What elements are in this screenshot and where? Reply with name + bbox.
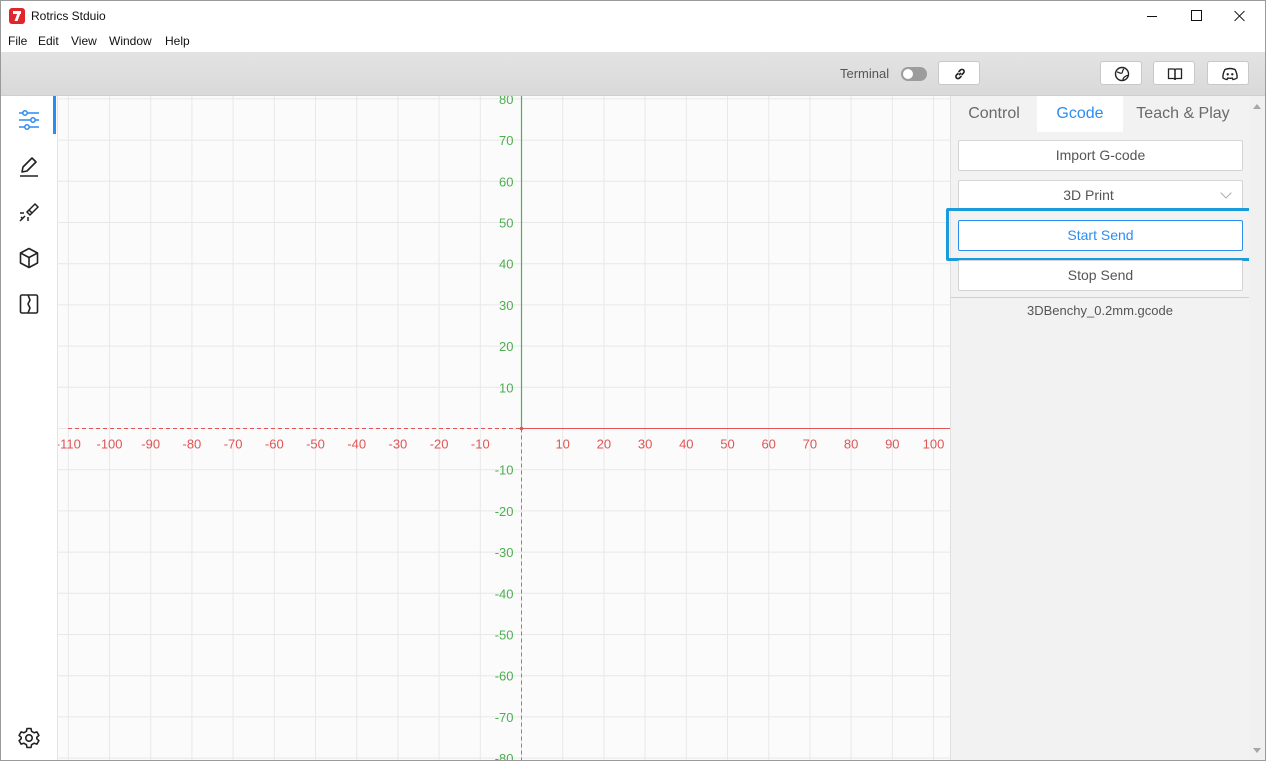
menu-window[interactable]: Window — [109, 34, 152, 48]
globe-icon — [1114, 66, 1130, 82]
x-tick-label: 10 — [555, 437, 569, 452]
app-window: Rotrics Stduio File Edit View Window Hel… — [0, 0, 1266, 761]
mode-select-value: 3D Print — [1063, 187, 1114, 203]
title-bar: Rotrics Stduio — [1, 1, 1265, 31]
tab-control[interactable]: Control — [951, 96, 1037, 132]
y-tick-label: -60 — [495, 669, 514, 684]
panel-tabs: Control Gcode Teach & Play — [951, 96, 1249, 132]
x-tick-label: -30 — [389, 437, 408, 452]
x-tick-label: -40 — [347, 437, 366, 452]
sidebar-item-draw[interactable] — [1, 144, 57, 188]
start-send-button[interactable]: Start Send — [958, 220, 1243, 251]
terminal-toggle[interactable] — [901, 67, 927, 81]
menu-view[interactable]: View — [71, 34, 97, 48]
import-gcode-button[interactable]: Import G-code — [958, 140, 1243, 171]
cube-icon — [19, 247, 39, 269]
x-tick-label: 90 — [885, 437, 899, 452]
gcode-file-name: 3DBenchy_0.2mm.gcode — [1027, 303, 1173, 318]
panel-scrollbar[interactable] — [1249, 96, 1265, 760]
workspace-canvas[interactable]: -110 -100 -90 -80 -70 -60 -50 -40 -30 -20 -10 10 20 3… — [58, 96, 950, 760]
chevron-down-icon — [1220, 187, 1232, 199]
x-tick-label: -80 — [183, 437, 202, 452]
y-tick-label: -50 — [495, 628, 514, 643]
x-tick-label: 70 — [803, 437, 817, 452]
laser-icon — [19, 202, 40, 222]
y-tick-label: -40 — [495, 586, 514, 601]
toolbar: Terminal — [1, 52, 1265, 96]
menu-edit[interactable]: Edit — [38, 34, 59, 48]
y-tick-label: 80 — [499, 96, 513, 107]
y-tick-label: 30 — [499, 298, 513, 313]
book-icon — [1167, 68, 1183, 81]
sidebar-item-laser[interactable] — [1, 190, 57, 234]
y-tick-label: 70 — [499, 133, 513, 148]
tab-teach-play[interactable]: Teach & Play — [1123, 96, 1243, 132]
x-tick-label: -90 — [141, 437, 160, 452]
x-tick-label: -100 — [96, 437, 122, 452]
x-tick-label: 30 — [638, 437, 652, 452]
y-tick-label: 10 — [499, 380, 513, 395]
x-tick-label: -60 — [265, 437, 284, 452]
close-button[interactable] — [1217, 1, 1263, 31]
left-sidebar — [1, 96, 58, 760]
x-tick-label: 20 — [597, 437, 611, 452]
sidebar-item-teach[interactable] — [1, 282, 57, 326]
y-tick-label: 20 — [499, 339, 513, 354]
x-tick-label: -70 — [224, 437, 243, 452]
x-tick-label: 60 — [761, 437, 775, 452]
scroll-up-arrow-icon[interactable] — [1253, 104, 1261, 109]
x-tick-label: 100 — [923, 437, 945, 452]
mode-select[interactable]: 3D Print — [958, 180, 1243, 211]
discord-button[interactable] — [1207, 61, 1249, 85]
origin-point — [519, 426, 524, 431]
toggle-knob — [903, 69, 913, 79]
window-title: Rotrics Stduio — [31, 9, 106, 23]
website-button[interactable] — [1100, 61, 1142, 85]
maximize-button[interactable] — [1173, 1, 1219, 31]
x-tick-label: -10 — [471, 437, 490, 452]
x-tick-label: -50 — [306, 437, 325, 452]
right-panel: Control Gcode Teach & Play Import G-code… — [946, 96, 1257, 760]
y-tick-label: -10 — [495, 463, 514, 478]
y-tick-label: -30 — [495, 545, 514, 560]
y-tick-label: -20 — [495, 504, 514, 519]
active-indicator — [53, 96, 56, 134]
x-tick-label: 40 — [679, 437, 693, 452]
y-tick-label: 50 — [499, 216, 513, 231]
x-tick-label: 50 — [720, 437, 734, 452]
menu-file[interactable]: File — [8, 34, 27, 48]
sidebar-item-basics[interactable] — [1, 96, 57, 142]
y-tick-label: 40 — [499, 257, 513, 272]
y-tick-label: 60 — [499, 174, 513, 189]
stop-send-button[interactable]: Stop Send — [958, 260, 1243, 291]
sidebar-item-3d-print[interactable] — [1, 236, 57, 280]
pen-icon — [20, 157, 38, 177]
y-tick-label: -70 — [495, 710, 514, 725]
terminal-label: Terminal — [840, 66, 890, 81]
module-icon — [19, 294, 39, 314]
tab-gcode[interactable]: Gcode — [1037, 96, 1123, 132]
divider — [951, 297, 1249, 298]
sidebar-item-settings[interactable] — [1, 716, 57, 760]
connect-button[interactable] — [938, 61, 980, 85]
settings-icon — [18, 727, 40, 749]
x-tick-label: 80 — [844, 437, 858, 452]
link-icon — [955, 68, 965, 80]
minimize-button[interactable] — [1129, 1, 1175, 31]
discord-icon — [1222, 67, 1238, 81]
scroll-down-arrow-icon[interactable] — [1253, 748, 1261, 753]
x-tick-label: -110 — [58, 437, 81, 452]
manual-button[interactable] — [1153, 61, 1195, 85]
app-logo-icon — [9, 8, 25, 24]
x-tick-label: -20 — [430, 437, 449, 452]
coordinate-grid[interactable]: -110 -100 -90 -80 -70 -60 -50 -40 -30 -20 -10 10 20 3… — [58, 96, 950, 760]
y-tick-label: -80 — [495, 751, 514, 760]
menu-help[interactable]: Help — [165, 34, 190, 48]
sliders-icon — [19, 110, 39, 130]
